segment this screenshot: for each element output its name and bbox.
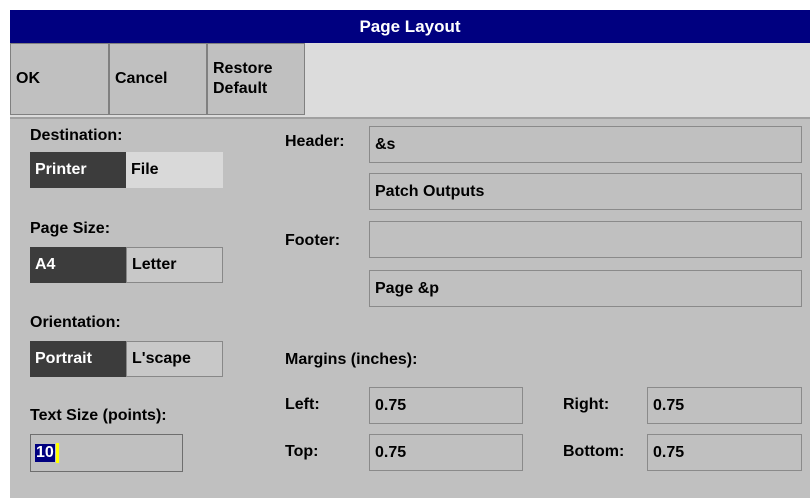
dialog-title-bar: Page Layout [10,10,810,43]
header-line1-field[interactable]: &s [369,126,802,163]
header-label: Header: [285,133,345,150]
ok-button[interactable]: OK [10,43,109,115]
footer-line2-field[interactable]: Page &p [369,270,802,307]
text-cursor [55,443,59,463]
page-size-letter-option[interactable]: Letter [126,247,223,283]
destination-label: Destination: [30,127,123,144]
page-size-label: Page Size: [30,220,111,237]
text-size-input[interactable]: 10 [30,434,183,472]
button-bar: OK Cancel Restore Default [10,43,810,117]
cancel-button-label: Cancel [115,70,168,87]
dialog-title: Page Layout [359,16,461,36]
header-line2-field[interactable]: Patch Outputs [369,173,802,210]
margin-left-field[interactable]: 0.75 [369,387,523,424]
margin-right-field[interactable]: 0.75 [647,387,802,424]
restore-default-button-label: Restore Default [213,60,273,97]
toolbar-divider [10,117,810,119]
text-size-value: 10 [35,444,55,462]
margin-bottom-label: Bottom: [563,443,625,460]
text-size-label: Text Size (points): [30,407,167,424]
footer-label: Footer: [285,232,341,249]
margin-top-field[interactable]: 0.75 [369,434,523,471]
orientation-landscape-option[interactable]: L'scape [126,341,223,377]
destination-printer-option[interactable]: Printer [30,152,126,188]
ok-button-label: OK [16,70,40,87]
margin-left-label: Left: [285,396,320,413]
margin-right-label: Right: [563,396,610,413]
margin-top-label: Top: [285,443,319,460]
margin-bottom-field[interactable]: 0.75 [647,434,802,471]
orientation-portrait-option[interactable]: Portrait [30,341,126,377]
page-size-a4-option[interactable]: A4 [30,247,126,283]
page-layout-dialog: Page Layout OK Cancel Restore Default De… [10,10,810,498]
cancel-button[interactable]: Cancel [109,43,207,115]
orientation-label: Orientation: [30,314,121,331]
margins-label: Margins (inches): [285,351,418,368]
destination-file-option[interactable]: File [126,152,223,188]
footer-line1-field[interactable] [369,221,802,258]
restore-default-button[interactable]: Restore Default [207,43,305,115]
